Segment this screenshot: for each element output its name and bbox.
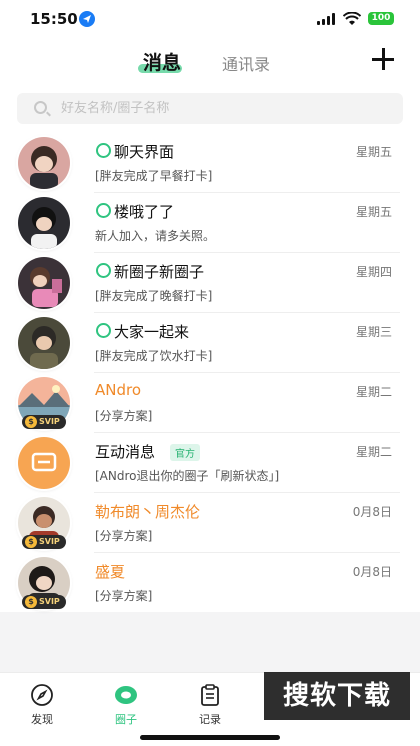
conversation-title: 大家一起来 [114,323,190,341]
conversation-title: 聊天界面 [114,143,175,161]
conversation-preview: 新人加入，请多关照。 [95,229,216,243]
battery-icon: 100 [368,12,394,25]
conversation-time: 星期四 [355,265,392,279]
conversation-time: 0月8日 [352,565,392,579]
avatar [18,317,70,369]
avatar [18,437,70,489]
svip-badge: SVIP [22,595,66,609]
search-icon [34,101,47,114]
watermark: 搜软下载 [264,672,410,720]
tab-circle[interactable]: 圈子 [96,681,156,726]
conversation-row[interactable]: 互动消息 官方 [ANdro退出你的圈子「刷新状态」] 星期二 [0,433,420,493]
clipboard-icon [198,683,222,707]
conversation-preview: [胖友完成了饮水打卡] [95,349,213,363]
conversation-title: 勒布朗丶周杰伦 [95,503,201,521]
conversation-preview: [胖友完成了早餐打卡] [95,169,213,183]
tab-discover[interactable]: 发现 [12,681,72,726]
add-button[interactable] [370,46,396,72]
online-status-icon [96,203,111,218]
tab-label: 发现 [31,713,53,726]
conversation-time: 星期五 [355,205,392,219]
signal-icon [317,13,337,25]
conversation-row[interactable]: SVIP 盛夏 [分享方案] 0月8日 [0,553,420,613]
conversation-time: 0月8日 [352,505,392,519]
tab-records[interactable]: 记录 [180,681,240,726]
status-time: 15:50 [30,10,78,28]
app-root: 15:50 100 消息 通讯录 聊天界 [0,0,420,746]
top-header: 消息 通讯录 [0,42,420,82]
compass-icon [30,683,54,707]
online-status-icon [96,323,111,338]
circle-icon [114,683,138,707]
svip-badge: SVIP [22,415,66,429]
tab-label: 圈子 [115,713,137,726]
conversation-preview: [分享方案] [95,589,153,603]
tab-messages[interactable]: 消息 [143,48,181,75]
conversation-row[interactable]: 楼哦了了 新人加入，请多关照。 星期五 [0,193,420,253]
search-input[interactable] [61,98,381,118]
online-status-icon [96,143,111,158]
wifi-icon [342,11,362,25]
avatar [18,257,70,309]
conversation-row[interactable]: 新圈子新圈子 [胖友完成了晚餐打卡] 星期四 [0,253,420,313]
conversation-row[interactable]: SVIP 勒布朗丶周杰伦 [分享方案] 0月8日 [0,493,420,553]
conversation-time: 星期二 [355,385,392,399]
tab-contacts[interactable]: 通讯录 [222,51,270,75]
conversation-row[interactable]: 聊天界面 [胖友完成了早餐打卡] 星期五 [0,133,420,193]
status-bar: 15:50 100 [0,0,420,38]
home-indicator [140,735,280,740]
conversation-title: 新圈子新圈子 [114,263,205,281]
conversation-preview: [分享方案] [95,529,153,543]
avatar [18,137,70,189]
conversation-time: 星期二 [355,445,392,459]
conversation-row[interactable]: 大家一起来 [胖友完成了饮水打卡] 星期三 [0,313,420,373]
svip-badge: SVIP [22,535,66,549]
official-badge: 官方 [170,444,200,461]
conversation-row[interactable]: SVIP ANdro [分享方案] 星期二 [0,373,420,433]
location-icon [79,11,95,27]
online-status-icon [96,263,111,278]
conversation-time: 星期三 [355,325,392,339]
conversation-title: 互动消息 [95,443,156,461]
conversation-title: ANdro [95,381,142,399]
conversation-preview: [ANdro退出你的圈子「刷新状态」] [95,469,280,483]
conversation-preview: [分享方案] [95,409,153,423]
conversation-time: 星期五 [355,145,392,159]
conversation-title: 盛夏 [95,563,126,581]
tab-label: 记录 [199,713,221,726]
avatar [18,197,70,249]
conversation-title: 楼哦了了 [114,203,175,221]
conversation-preview: [胖友完成了晚餐打卡] [95,289,213,303]
search-bar[interactable] [17,93,403,124]
